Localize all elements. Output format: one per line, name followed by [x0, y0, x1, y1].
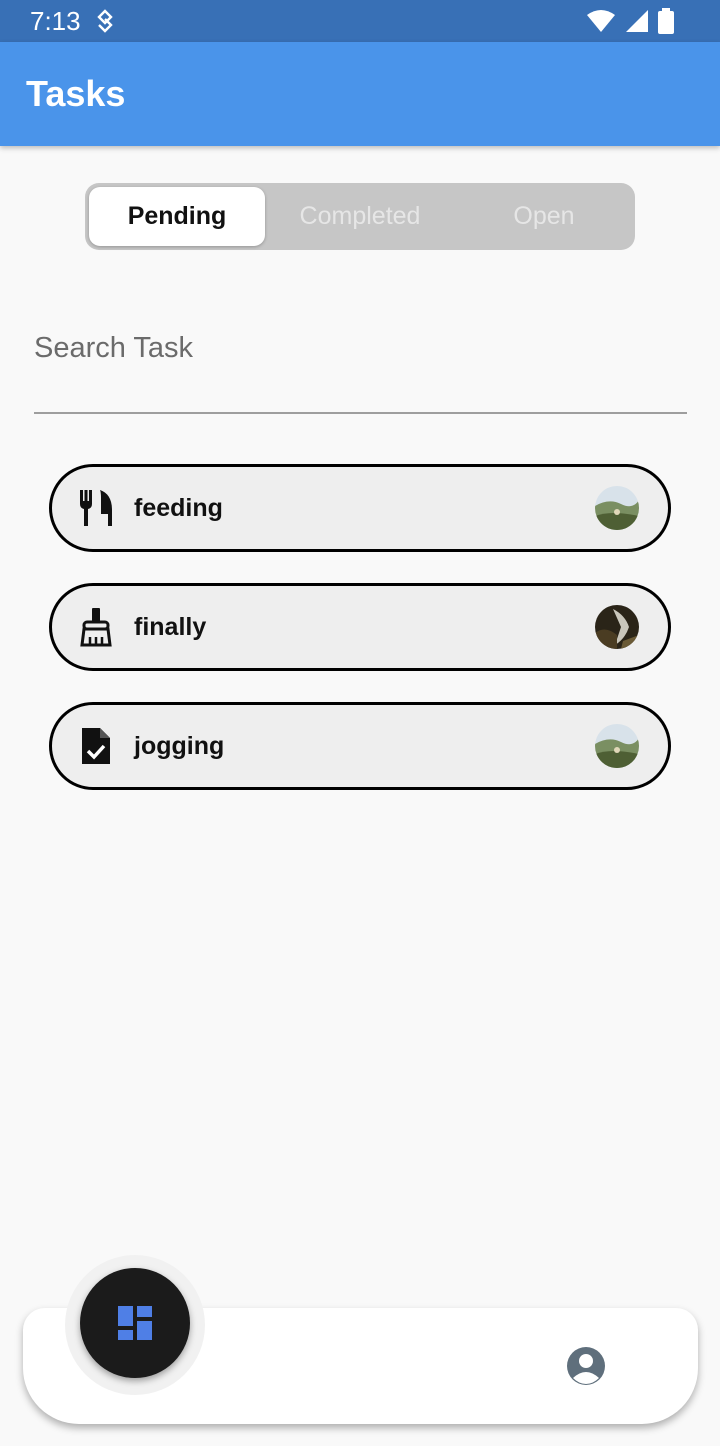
tab-completed[interactable]: Completed — [275, 187, 445, 246]
avatar — [595, 605, 639, 649]
task-item-jogging[interactable]: jogging — [49, 702, 671, 790]
tab-open[interactable]: Open — [455, 187, 633, 246]
app-bar: Tasks — [0, 42, 720, 146]
notification-icon — [96, 9, 114, 38]
page-title: Tasks — [26, 73, 126, 114]
status-time: 7:13 — [30, 6, 81, 36]
task-item-feeding[interactable]: feeding — [49, 464, 671, 552]
tab-pending[interactable]: Pending — [89, 187, 265, 246]
account-circle-icon — [567, 1347, 605, 1385]
profile-button[interactable] — [566, 1346, 606, 1386]
dashboard-button[interactable] — [80, 1268, 190, 1378]
search-input[interactable] — [34, 320, 687, 376]
status-bar: 7:13 — [0, 0, 720, 42]
utensils-icon — [76, 488, 116, 528]
task-file-icon — [76, 726, 116, 766]
search-field — [34, 320, 687, 414]
battery-icon — [658, 8, 674, 39]
avatar — [595, 724, 639, 768]
task-label: finally — [134, 613, 207, 641]
task-label: feeding — [134, 494, 223, 522]
broom-icon — [76, 607, 116, 647]
avatar — [595, 486, 639, 530]
signal-icon — [624, 9, 650, 38]
task-filter-segmented-control: Pending Completed Open — [85, 183, 635, 250]
task-item-finally[interactable]: finally — [49, 583, 671, 671]
dashboard-icon — [118, 1306, 152, 1340]
task-label: jogging — [134, 732, 225, 760]
wifi-icon — [586, 9, 616, 38]
